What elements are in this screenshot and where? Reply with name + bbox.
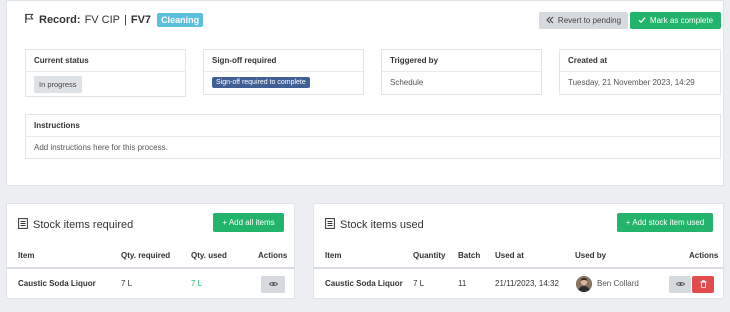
complete-label: Mark as complete: [649, 16, 714, 25]
col-qty-used: Qty. used: [191, 251, 227, 260]
created-at-label: Created at: [560, 50, 720, 72]
col-used-at: Used at: [495, 251, 524, 260]
col-used-by: Used by: [575, 251, 607, 260]
title-separator: |: [124, 14, 127, 26]
row-item: Caustic Soda Liquor: [18, 279, 96, 288]
mark-as-complete-button[interactable]: Mark as complete: [630, 12, 721, 29]
stock-items-required-card: Stock items required + Add all items Ite…: [6, 203, 295, 299]
table-header-divider: [7, 267, 294, 269]
row-qty-used: 7 L: [191, 279, 203, 288]
col-item: Item: [18, 251, 35, 260]
process-name: FV CIP: [84, 14, 121, 26]
stock-used-title-text: Stock items used: [340, 219, 424, 231]
view-button[interactable]: [669, 276, 691, 293]
row-batch: 11: [458, 279, 467, 288]
row-quantity: 7 L: [413, 279, 425, 288]
list-icon: [325, 218, 335, 232]
delete-button[interactable]: [692, 276, 714, 293]
vessel-name: FV7: [130, 14, 152, 26]
revert-to-pending-button[interactable]: Revert to pending: [539, 12, 628, 29]
instructions-label: Instructions: [26, 115, 720, 137]
stock-required-title-text: Stock items required: [33, 219, 134, 231]
add-all-items-button[interactable]: + Add all items: [213, 213, 284, 232]
triggered-by-label: Triggered by: [382, 50, 541, 72]
created-at-value: Tuesday, 21 November 2023, 14:29: [568, 77, 695, 87]
row-item: Caustic Soda Liquor: [325, 279, 403, 288]
instructions-text: Add instructions here for this process.: [34, 143, 168, 152]
current-status-label: Current status: [26, 50, 185, 72]
eye-icon: [268, 280, 278, 289]
add-stock-item-used-button[interactable]: + Add stock item used: [617, 213, 713, 232]
status-badge: In progress: [34, 75, 82, 93]
row-qty-required: 7 L: [121, 279, 133, 288]
record-card: Record: FV CIP | FV7 Cleaning Revert to …: [6, 0, 724, 186]
trash-icon: [700, 279, 707, 290]
stock-items-used-card: Stock items used + Add stock item used I…: [313, 203, 724, 299]
col-qty-required: Qty. required: [121, 251, 171, 260]
current-status-box: Current status In progress: [25, 49, 186, 97]
signoff-label: Sign-off required: [204, 50, 363, 72]
avatar: [576, 276, 592, 292]
triggered-by-value: Schedule: [390, 77, 424, 87]
flag-icon: [24, 13, 35, 27]
stock-required-title: Stock items required: [18, 218, 133, 232]
type-badge: Cleaning: [157, 13, 204, 27]
undo-icon: [546, 16, 554, 26]
table-header-divider: [314, 267, 723, 269]
stock-used-title: Stock items used: [325, 218, 424, 232]
signoff-badge: Sign-off required to complete: [212, 76, 310, 88]
eye-icon: [675, 280, 685, 289]
page-title: Record: FV CIP | FV7 Cleaning: [24, 13, 204, 27]
col-batch: Batch: [458, 251, 481, 260]
col-actions: Actions: [689, 251, 719, 260]
signoff-box: Sign-off required Sign-off required to c…: [203, 49, 364, 95]
record-prefix: Record:: [39, 14, 81, 26]
check-icon: [638, 16, 646, 26]
instructions-box: Instructions Add instructions here for t…: [25, 114, 721, 159]
col-item: Item: [325, 251, 342, 260]
list-icon: [18, 218, 28, 232]
row-used-at: 21/11/2023, 14:32: [495, 279, 559, 288]
triggered-by-box: Triggered by Schedule: [381, 49, 542, 95]
view-button[interactable]: [261, 276, 285, 293]
created-at-box: Created at Tuesday, 21 November 2023, 14…: [559, 49, 721, 95]
row-used-by: Ben Collard: [597, 279, 639, 288]
col-quantity: Quantity: [413, 251, 446, 260]
col-actions: Actions: [258, 251, 288, 260]
revert-label: Revert to pending: [557, 16, 622, 25]
